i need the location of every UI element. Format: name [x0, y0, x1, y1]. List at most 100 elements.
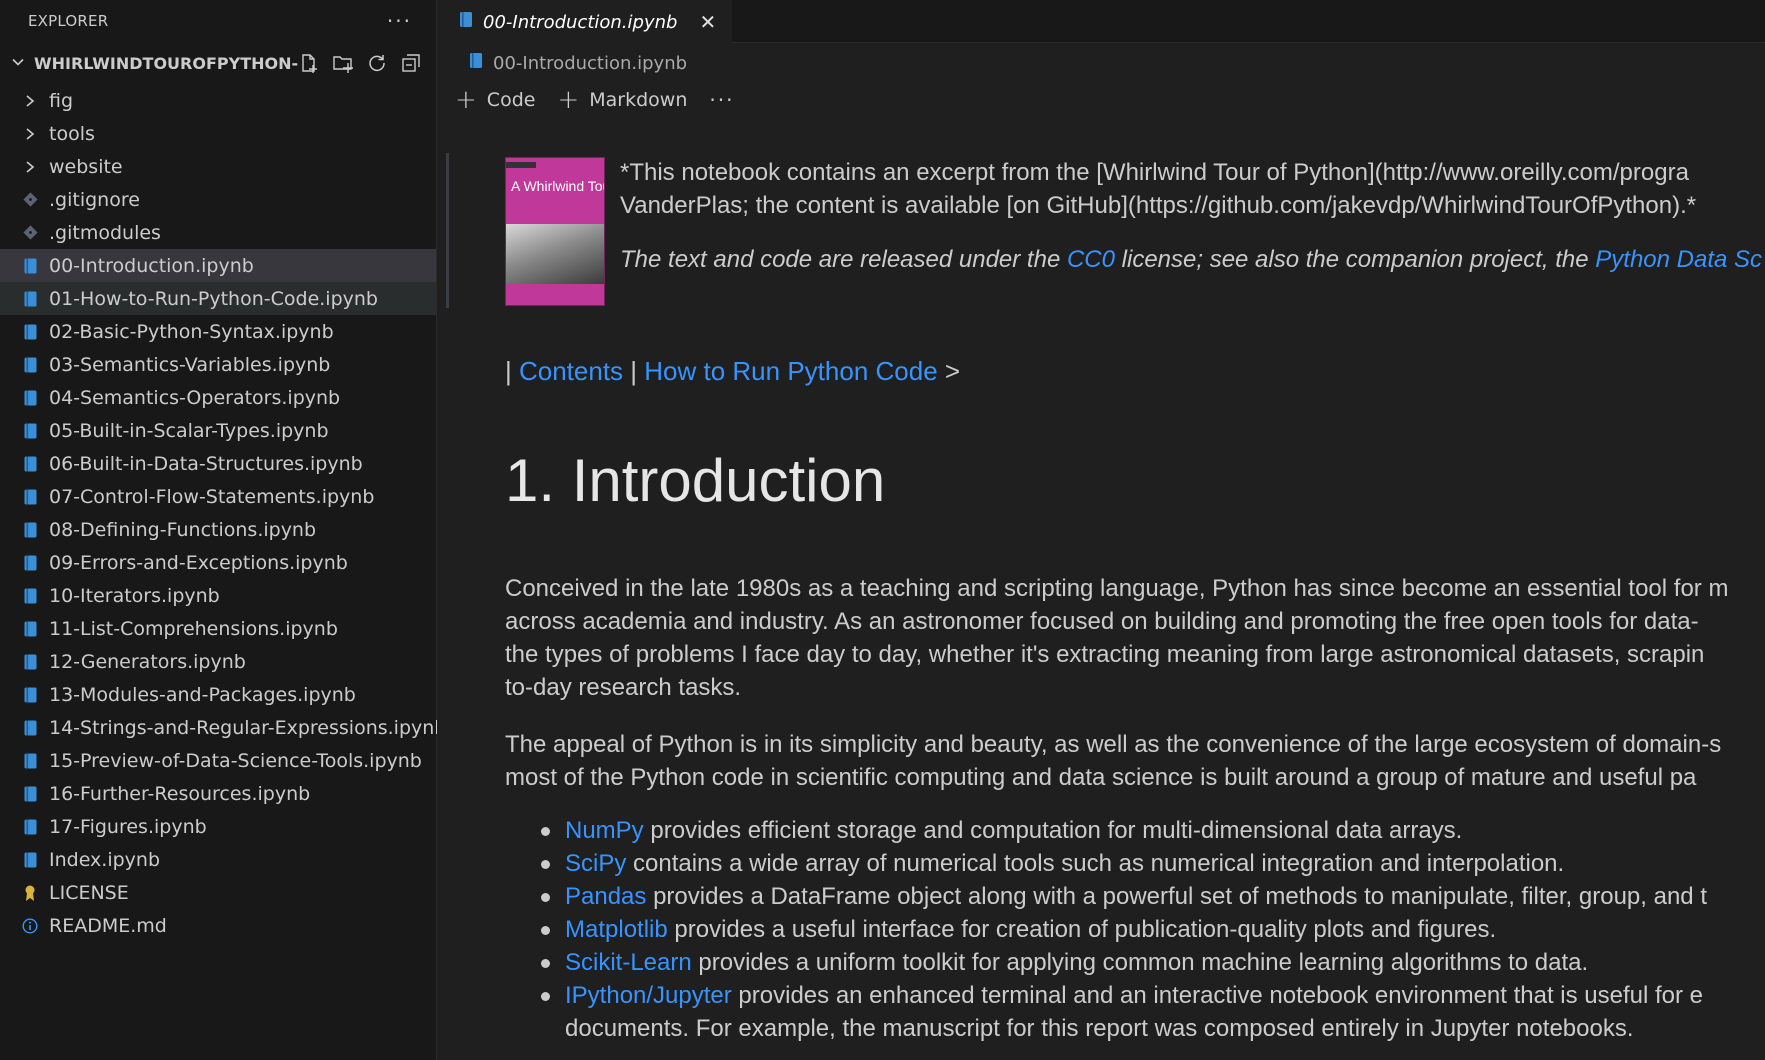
workspace-folder-name: WHIRLWINDTOUROFPYTHON-...: [34, 53, 298, 73]
file-label: 07-Control-Flow-Statements.ipynb: [49, 485, 375, 508]
chevron-right-icon[interactable]: [22, 92, 38, 110]
file-label: LICENSE: [49, 881, 129, 904]
folder-item-website[interactable]: website: [0, 150, 436, 183]
list-item: Pandas provides a DataFrame object along…: [541, 880, 1707, 913]
more-actions-icon[interactable]: ···: [387, 9, 412, 33]
notebook-icon: [469, 52, 483, 74]
file-item-04-semantics-operators-ipynb[interactable]: 04-Semantics-Operators.ipynb: [0, 381, 436, 414]
file-item-00-introduction-ipynb[interactable]: 00-Introduction.ipynb: [0, 249, 436, 282]
file-label: 06-Built-in-Data-Structures.ipynb: [49, 452, 363, 475]
file-item-readme-md[interactable]: README.md: [0, 909, 436, 942]
notebook-icon: [22, 851, 38, 869]
workspace-folder-header[interactable]: WHIRLWINDTOUROFPYTHON-...: [0, 42, 436, 84]
explorer-sidebar: EXPLORER ··· WHIRLWINDTOUROFPYTHON-... f…: [0, 0, 446, 1060]
add-markdown-label: Markdown: [589, 89, 688, 111]
breadcrumb-item[interactable]: 00-Introduction.ipynb: [493, 53, 687, 74]
explorer-header: EXPLORER ···: [0, 0, 436, 42]
notebook-icon: [22, 488, 38, 506]
file-label: 15-Preview-of-Data-Science-Tools.ipynb: [49, 749, 422, 772]
cc0-link[interactable]: CC0: [1067, 246, 1115, 273]
contents-link[interactable]: Contents: [519, 356, 623, 386]
close-icon[interactable]: ✕: [699, 10, 716, 34]
list-item-text: provides a DataFrame object along with a…: [646, 883, 1707, 910]
file-item-02-basic-python-syntax-ipynb[interactable]: 02-Basic-Python-Syntax.ipynb: [0, 315, 436, 348]
notebook-icon: [22, 356, 38, 374]
paragraph-line: most of the Python code in scientific co…: [505, 764, 1697, 791]
chevron-down-icon[interactable]: [8, 54, 28, 73]
file-label: .gitmodules: [49, 221, 161, 244]
file-item-license[interactable]: LICENSE: [0, 876, 436, 909]
folder-item-tools[interactable]: tools: [0, 117, 436, 150]
file-item-10-iterators-ipynb[interactable]: 10-Iterators.ipynb: [0, 579, 436, 612]
file-item-14-strings-and-regular-expressions-ipynb[interactable]: 14-Strings-and-Regular-Expressions.ipynb: [0, 711, 446, 744]
file-label: 00-Introduction.ipynb: [49, 254, 254, 277]
add-markdown-cell-button[interactable]: + Markdown: [557, 87, 687, 113]
intro-text: *This notebook contains an excerpt from …: [620, 156, 1696, 222]
notebook-icon: [22, 653, 38, 671]
file-item-05-built-in-scalar-types-ipynb[interactable]: 05-Built-in-Scalar-Types.ipynb: [0, 414, 436, 447]
file-label: website: [49, 155, 123, 178]
collapse-all-icon[interactable]: [400, 52, 422, 74]
folder-actions: [298, 52, 436, 74]
new-folder-icon[interactable]: [332, 52, 354, 74]
ipython-jupyter-link[interactable]: IPython/Jupyter: [565, 982, 732, 1009]
intro-paragraph: Conceived in the late 1980s as a teachin…: [505, 572, 1728, 704]
file-item-03-semantics-variables-ipynb[interactable]: 03-Semantics-Variables.ipynb: [0, 348, 436, 381]
notebook-icon: [22, 290, 38, 308]
chevron-right-icon[interactable]: [22, 125, 38, 143]
file-item-gitmodules[interactable]: .gitmodules: [0, 216, 436, 249]
nav-arrow: >: [937, 356, 961, 386]
numpy-link[interactable]: NumPy: [565, 817, 644, 844]
tab-00-introduction[interactable]: 00-Introduction.ipynb ✕: [437, 0, 733, 43]
notebook-icon: [22, 389, 38, 407]
new-file-icon[interactable]: [298, 52, 320, 74]
cell-focus-bar[interactable]: [446, 153, 449, 308]
file-item-16-further-resources-ipynb[interactable]: 16-Further-Resources.ipynb: [0, 777, 436, 810]
file-item-15-preview-of-data-science-tools-ipynb[interactable]: 15-Preview-of-Data-Science-Tools.ipynb: [0, 744, 436, 777]
file-item-01-how-to-run-python-code-ipynb[interactable]: 01-How-to-Run-Python-Code.ipynb: [0, 282, 436, 315]
more-actions-icon[interactable]: ···: [709, 88, 734, 112]
file-item-13-modules-and-packages-ipynb[interactable]: 13-Modules-and-Packages.ipynb: [0, 678, 436, 711]
file-item-index-ipynb[interactable]: Index.ipynb: [0, 843, 436, 876]
refresh-icon[interactable]: [366, 52, 388, 74]
file-item-06-built-in-data-structures-ipynb[interactable]: 06-Built-in-Data-Structures.ipynb: [0, 447, 436, 480]
pandas-link[interactable]: Pandas: [565, 883, 646, 910]
paragraph-line: across academia and industry. As an astr…: [505, 608, 1699, 635]
python-data-science-link[interactable]: Python Data Sc: [1595, 246, 1762, 273]
file-label: .gitignore: [49, 188, 140, 211]
paragraph-line: The appeal of Python is in its simplicit…: [505, 731, 1722, 758]
scipy-link[interactable]: SciPy: [565, 850, 626, 877]
scikit-learn-link[interactable]: Scikit-Learn: [565, 949, 692, 976]
file-item-09-errors-and-exceptions-ipynb[interactable]: 09-Errors-and-Exceptions.ipynb: [0, 546, 436, 579]
tools-list: NumPy provides efficient storage and com…: [505, 814, 1707, 1045]
plus-icon: +: [557, 85, 580, 115]
git-file-icon: [22, 224, 38, 242]
breadcrumb: 00-Introduction.ipynb: [437, 43, 1765, 83]
folder-item-fig[interactable]: fig: [0, 84, 436, 117]
list-item: IPython/Jupyter provides an enhanced ter…: [541, 979, 1707, 1045]
notebook-icon: [22, 257, 38, 275]
add-code-label: Code: [486, 89, 536, 111]
chevron-right-icon[interactable]: [22, 158, 38, 176]
notebook-icon: [22, 818, 38, 836]
list-item: Scikit-Learn provides a uniform toolkit …: [541, 946, 1707, 979]
next-page-link[interactable]: How to Run Python Code: [644, 356, 937, 386]
file-item-08-defining-functions-ipynb[interactable]: 08-Defining-Functions.ipynb: [0, 513, 436, 546]
cover-publisher-strip: [506, 162, 536, 168]
file-item-12-generators-ipynb[interactable]: 12-Generators.ipynb: [0, 645, 436, 678]
matplotlib-link[interactable]: Matplotlib: [565, 916, 668, 943]
license-text: license; see also the companion project,…: [1114, 246, 1596, 273]
list-item-text: contains a wide array of numerical tools…: [626, 850, 1565, 877]
file-item-17-figures-ipynb[interactable]: 17-Figures.ipynb: [0, 810, 436, 843]
file-item-11-list-comprehensions-ipynb[interactable]: 11-List-Comprehensions.ipynb: [0, 612, 436, 645]
file-item-gitignore[interactable]: .gitignore: [0, 183, 436, 216]
notebook-toolbar: + Code + Markdown ···: [437, 83, 1765, 117]
git-file-icon: [22, 191, 38, 209]
file-label: 02-Basic-Python-Syntax.ipynb: [49, 320, 334, 343]
plus-icon: +: [455, 85, 477, 115]
add-code-cell-button[interactable]: + Code: [455, 87, 535, 113]
list-item: SciPy contains a wide array of numerical…: [541, 847, 1707, 880]
list-item-text: provides an enhanced terminal and an int…: [731, 982, 1704, 1009]
nav-separator: |: [623, 356, 645, 386]
file-item-07-control-flow-statements-ipynb[interactable]: 07-Control-Flow-Statements.ipynb: [0, 480, 436, 513]
